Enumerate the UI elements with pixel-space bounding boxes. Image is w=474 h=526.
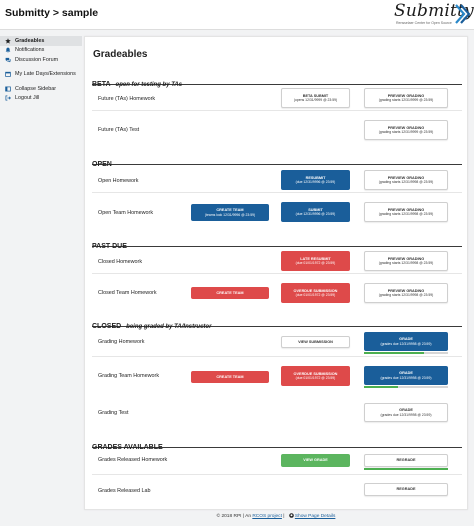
sidebar-item-discussion-forum[interactable]: Discussion Forum: [0, 55, 82, 65]
rcos-link[interactable]: RCOS project: [252, 514, 282, 519]
gradeable-row-grading-test: Grading Test GRADE (grades due 12/31/999…: [92, 401, 462, 425]
preview-grading-button[interactable]: PREVIEW GRADING (grading starts 12/31/99…: [364, 283, 448, 303]
gradeable-row-future-tas-homework: Future (TAs) Homework BETA SUBMIT (opens…: [92, 87, 462, 111]
logo-chevron-icon: [455, 4, 470, 24]
collapse-icon: [4, 85, 11, 92]
gradeable-name: Grading Team Homework: [98, 373, 160, 379]
sidebar-item-label: Logout Jill: [15, 95, 40, 102]
grade-button[interactable]: GRADE (grades due 12/31/9998 @ 23:59): [364, 403, 448, 422]
gradeable-name: Open Homework: [98, 178, 139, 184]
gradeable-name: Grades Released Lab: [98, 488, 151, 494]
sidebar-item-label: Collapse Sidebar: [15, 85, 57, 92]
gradeable-row-open-team-homework: Open Team Homework CREATE TEAM (teams lo…: [92, 201, 462, 225]
view-grade-button[interactable]: VIEW GRADE: [281, 454, 350, 467]
regrade-button[interactable]: REGRADE: [364, 483, 448, 496]
beta-submit-button[interactable]: BETA SUBMIT (opens 12/31/9999 @ 23:59): [281, 88, 350, 108]
sidebar-item-label: Discussion Forum: [15, 56, 59, 63]
gradeables-panel: Gradeables BETA open for testing by TAs F…: [84, 36, 468, 510]
submit-button[interactable]: SUBMIT (due 12/31/9996 @ 23:59): [281, 202, 350, 222]
page-title: Gradeables: [93, 49, 148, 60]
gradeable-row-grades-released-lab: Grades Released Lab REGRADE: [92, 481, 462, 503]
section-title: OPEN: [92, 161, 112, 168]
footer-separator: |: [281, 514, 286, 519]
create-team-button[interactable]: CREATE TEAM: [191, 287, 269, 299]
sidebar: Gradeables Notifications Discussion Foru…: [0, 36, 82, 103]
section-title: CLOSED: [92, 323, 122, 330]
gradeable-row-grades-released-homework: Grades Released Homework VIEW GRADE REGR…: [92, 451, 462, 475]
sidebar-item-label: Notifications: [15, 47, 45, 54]
gradeable-row-grading-homework: Grading Homework VIEW SUBMISSION GRADE (…: [92, 331, 462, 357]
section-closed: CLOSED being graded by TA/Instructor: [92, 315, 462, 330]
github-icon: [289, 513, 294, 518]
sidebar-item-late-days[interactable]: My Late Days/Extensions: [0, 70, 82, 80]
sidebar-item-label: My Late Days/Extensions: [15, 71, 76, 78]
gradeable-name: Closed Homework: [98, 259, 143, 265]
resubmit-button[interactable]: RESUBMIT (due 12/31/9996 @ 23:59): [281, 170, 350, 190]
logo-tagline: Rensselaer Center for Open Source: [396, 21, 452, 25]
late-resubmit-button[interactable]: LATE RESUBMIT (due 01/01/1972 @ 23:59): [281, 251, 350, 271]
sidebar-item-collapse[interactable]: Collapse Sidebar: [0, 84, 82, 94]
section-open: OPEN: [92, 153, 462, 168]
grading-progress-bar: [364, 386, 448, 388]
preview-grading-button[interactable]: PREVIEW GRADING (grading starts 12/31/99…: [364, 170, 448, 190]
grade-button[interactable]: GRADE (grades due 12/31/9998 @ 23:59): [364, 332, 448, 351]
top-header: Submitty > sample Submitty Rensselaer Ce…: [0, 0, 474, 30]
breadcrumb-course[interactable]: Submitty: [5, 7, 50, 19]
bell-icon: [4, 47, 11, 54]
gradeable-row-closed-homework: Closed Homework LATE RESUBMIT (due 01/01…: [92, 250, 462, 274]
gradeable-name: Open Team Homework: [98, 210, 154, 216]
preview-grading-button[interactable]: PREVIEW GRADING (grading starts 12/31/99…: [364, 202, 448, 222]
create-team-button[interactable]: CREATE TEAM (teams lock 12/31/9996 @ 23:…: [191, 204, 269, 221]
section-beta: BETA open for testing by TAs: [92, 73, 462, 88]
gradeable-name: Future (TAs) Homework: [98, 96, 156, 102]
footer-copyright: © 2018 RPI | An: [216, 514, 253, 519]
gradeable-row-open-homework: Open Homework RESUBMIT (due 12/31/9996 @…: [92, 169, 462, 193]
grading-progress-bar: [364, 352, 448, 354]
gradeable-name: Grades Released Homework: [98, 457, 168, 463]
section-title: PAST DUE: [92, 243, 127, 250]
grading-progress-bar: [364, 468, 448, 470]
view-submission-button[interactable]: VIEW SUBMISSION: [281, 336, 350, 348]
sidebar-item-label: Gradeables: [15, 37, 45, 44]
section-title: GRADES AVAILABLE: [92, 444, 163, 451]
gradeable-name: Grading Test: [98, 410, 129, 416]
overdue-submission-button[interactable]: OVERDUE SUBMISSION (due 01/01/1972 @ 23:…: [281, 283, 350, 303]
calendar-icon: [4, 71, 11, 78]
submitty-logo[interactable]: Submitty Rensselaer Center for Open Sour…: [394, 1, 474, 28]
sidebar-item-gradeables[interactable]: Gradeables: [0, 36, 82, 46]
comments-icon: [4, 56, 11, 63]
sidebar-item-notifications[interactable]: Notifications: [0, 46, 82, 56]
preview-grading-button[interactable]: PREVIEW GRADING (grading starts 12/31/99…: [364, 88, 448, 108]
sidebar-item-logout[interactable]: Logout Jill: [0, 94, 82, 104]
regrade-button[interactable]: REGRADE: [364, 454, 448, 467]
section-subtitle: being graded by TA/Instructor: [126, 324, 212, 330]
gradeable-row-grading-team-homework: Grading Team Homework CREATE TEAM OVERDU…: [92, 363, 462, 391]
grading-progress-fill: [364, 352, 425, 354]
overdue-submission-button[interactable]: OVERDUE SUBMISSION (due 01/01/1972 @ 23:…: [281, 366, 350, 386]
grading-progress-fill: [364, 468, 448, 470]
section-grades-available: GRADES AVAILABLE: [92, 436, 462, 451]
create-team-button[interactable]: CREATE TEAM: [191, 371, 269, 383]
grade-button[interactable]: GRADE (grades due 12/31/9998 @ 23:59): [364, 366, 448, 385]
grading-progress-fill: [364, 386, 398, 388]
breadcrumb-separator: >: [49, 7, 62, 19]
gradeable-name: Grading Homework: [98, 339, 145, 345]
gradeable-name: Closed Team Homework: [98, 290, 157, 296]
show-page-details-link[interactable]: Show Page Details: [295, 514, 336, 519]
preview-grading-button[interactable]: PREVIEW GRADING (grading starts 12/31/99…: [364, 251, 448, 271]
gradeable-row-future-tas-test: Future (TAs) Test PREVIEW GRADING (gradi…: [92, 119, 462, 143]
gradeable-name: Future (TAs) Test: [98, 127, 140, 133]
star-icon: [4, 37, 11, 44]
gradeable-row-closed-team-homework: Closed Team Homework CREATE TEAM OVERDUE…: [92, 282, 462, 306]
breadcrumb-page[interactable]: sample: [62, 7, 98, 19]
footer: © 2018 RPI | An RCOS project | Show Page…: [84, 513, 468, 519]
preview-grading-button[interactable]: PREVIEW GRADING (grading starts 12/31/99…: [364, 120, 448, 140]
section-past-due: PAST DUE: [92, 235, 462, 250]
breadcrumb: Submitty > sample: [5, 7, 98, 19]
logout-icon: [4, 95, 11, 102]
